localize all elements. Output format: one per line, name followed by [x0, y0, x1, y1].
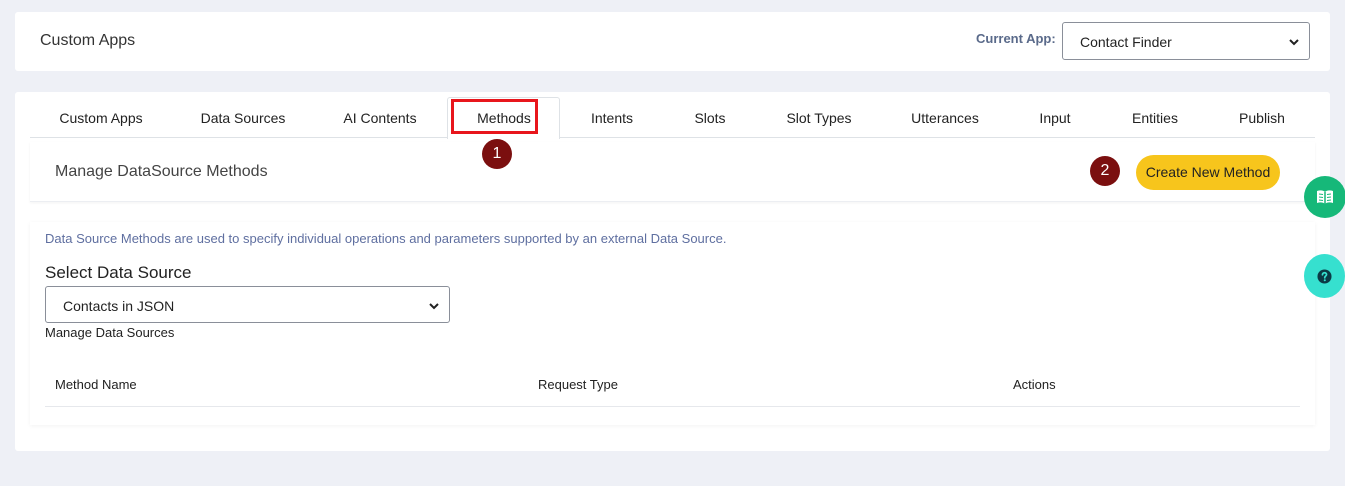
data-source-value: Contacts in JSON: [63, 298, 175, 314]
data-source-select[interactable]: Contacts in JSON: [45, 286, 450, 323]
column-header-actions: Actions: [1013, 377, 1056, 392]
tab-ai-contents[interactable]: AI Contents: [343, 110, 416, 126]
methods-panel: Data Source Methods are used to specify …: [30, 222, 1315, 425]
header-card: Custom Apps Current App: Contact Finder: [15, 12, 1330, 71]
select-data-source-label: Select Data Source: [45, 263, 192, 282]
table-divider: [45, 406, 1300, 407]
tab-input[interactable]: Input: [1039, 110, 1070, 126]
tab-utterances[interactable]: Utterances: [911, 110, 979, 126]
help-button[interactable]: [1304, 254, 1345, 298]
tab-custom-apps[interactable]: Custom Apps: [59, 110, 142, 126]
column-header-request-type: Request Type: [538, 377, 618, 392]
page-title: Custom Apps: [40, 32, 136, 49]
tab-slots[interactable]: Slots: [694, 110, 725, 126]
book-open-icon: [1317, 190, 1333, 204]
book-button[interactable]: [1304, 176, 1345, 218]
methods-tab-highlight: [451, 99, 538, 134]
question-circle-icon: [1317, 268, 1332, 284]
section-title: Manage DataSource Methods: [55, 163, 268, 180]
column-header-method-name: Method Name: [55, 377, 137, 392]
current-app-value: Contact Finder: [1080, 34, 1172, 50]
main-card: Custom Apps Data Sources AI Contents Met…: [15, 92, 1330, 451]
tab-data-sources[interactable]: Data Sources: [201, 110, 286, 126]
manage-data-sources-link[interactable]: Manage Data Sources: [45, 325, 174, 340]
create-new-method-button[interactable]: Create New Method: [1136, 155, 1280, 190]
annotation-badge-1: 1: [482, 139, 512, 169]
tab-intents[interactable]: Intents: [591, 110, 633, 126]
section-header: Manage DataSource Methods Create New Met…: [30, 142, 1315, 202]
info-text: Data Source Methods are used to specify …: [45, 231, 727, 246]
chevron-down-icon: [429, 303, 439, 310]
chevron-down-icon: [1289, 39, 1299, 46]
tab-entities[interactable]: Entities: [1132, 110, 1178, 126]
tab-slot-types[interactable]: Slot Types: [786, 110, 851, 126]
current-app-label: Current App:: [976, 31, 1056, 46]
tab-publish[interactable]: Publish: [1239, 110, 1285, 126]
current-app-select[interactable]: Contact Finder: [1062, 22, 1310, 60]
annotation-badge-2: 2: [1090, 156, 1120, 186]
